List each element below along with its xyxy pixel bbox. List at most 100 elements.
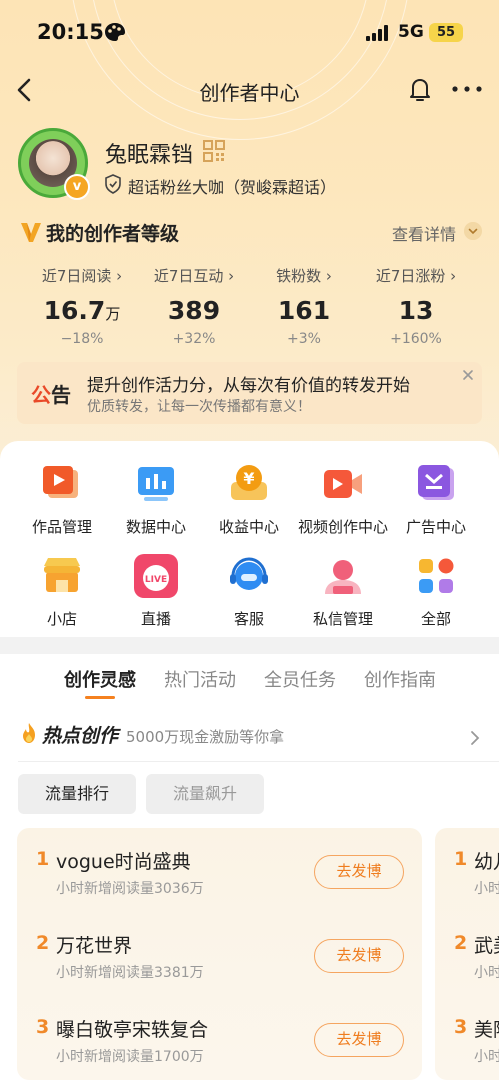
tool-earnings-center[interactable]: ¥ 收益中心	[202, 460, 296, 537]
post-button[interactable]: 去发博	[314, 1023, 404, 1057]
rank-subtitle: 小时新增阅读量1700万	[56, 1049, 204, 1065]
rank-subtitle: 小时新增阅读量3381万	[56, 965, 204, 981]
customer-service-icon	[230, 557, 268, 590]
shop-icon	[44, 558, 80, 592]
tool-all[interactable]: 全部	[389, 552, 483, 629]
chevron-right-icon[interactable]	[469, 729, 481, 747]
tool-label: 广告中心	[405, 518, 466, 536]
svg-text:¥: ¥	[243, 469, 254, 488]
tool-label: 数据中心	[125, 518, 186, 536]
rank-number: 1	[36, 848, 50, 870]
rank-title: 曝白敬亭宋轶复合	[56, 1019, 209, 1041]
video-creation-icon	[324, 470, 362, 498]
stat-iron-fans[interactable]: 铁粉数 › 161 +3%	[249, 265, 359, 347]
app-badge-icon	[105, 23, 125, 41]
tool-message-management[interactable]: 私信管理	[296, 552, 390, 629]
shield-icon	[105, 174, 121, 194]
works-management-icon	[43, 466, 78, 498]
post-button[interactable]: 去发博	[314, 939, 404, 973]
ranking-card-next[interactable]: 1 幼儿 小时 2 武美 小时 3 美阿 小时	[435, 828, 499, 1080]
announcement-banner[interactable]: 公告 提升创作活力分，从每次有价值的转发开始 优质转发，让每一次传播都有意义！	[17, 362, 482, 424]
tool-live[interactable]: LIVE 直播	[109, 552, 203, 629]
tool-ad-center[interactable]: 广告中心	[389, 460, 483, 537]
stat-weekly-reads[interactable]: 近7日阅读 › 16.7万 −18%	[27, 265, 137, 347]
section-divider	[18, 761, 499, 762]
live-icon: LIVE	[134, 554, 178, 598]
tool-video-creation[interactable]: 视频创作中心	[296, 460, 390, 537]
message-management-icon	[325, 560, 361, 594]
status-bar: 20:15 5G 55	[0, 0, 499, 62]
status-time: 20:15	[37, 20, 104, 44]
tool-data-center[interactable]: 数据中心	[109, 460, 203, 537]
stat-value: 161	[277, 296, 331, 325]
active-tab-indicator	[85, 696, 115, 699]
filter-traffic-ranking[interactable]: 流量排行	[18, 774, 136, 814]
stat-label: 铁粉数 ›	[276, 267, 332, 285]
flame-icon	[23, 723, 35, 743]
close-icon[interactable]	[461, 368, 475, 382]
stat-change: −18%	[60, 331, 104, 347]
post-button[interactable]: 去发博	[314, 855, 404, 889]
announcement-subtitle: 优质转发，让每一次传播都有意义！	[87, 399, 311, 415]
rank-title: 美阿	[474, 1019, 499, 1041]
filter-traffic-surge[interactable]: 流量飙升	[146, 774, 264, 814]
rank-subtitle: 小时	[474, 881, 499, 897]
rank-title: 武美	[474, 935, 499, 957]
list-item[interactable]: 3 曝白敬亭宋轶复合 小时新增阅读量1700万 去发博	[17, 996, 422, 1080]
tool-label: 收益中心	[218, 518, 279, 536]
stat-weekly-new-fans[interactable]: 近7日涨粉 › 13 +160%	[361, 265, 471, 347]
announcement-tag: 公告	[31, 383, 71, 407]
tools-grid: 作品管理 数据中心 ¥ 收益中心 视频创作中心 广告中心 小店 LIVE 直播 …	[0, 441, 499, 637]
rank-subtitle: 小时	[474, 1049, 499, 1065]
view-details-link[interactable]: 查看详情	[392, 221, 456, 245]
more-options-icon[interactable]	[449, 76, 485, 102]
stat-label: 近7日互动 ›	[153, 267, 235, 285]
stat-label: 近7日涨粉 ›	[375, 267, 457, 285]
data-center-icon	[138, 467, 174, 501]
rank-number: 2	[36, 932, 50, 954]
stat-weekly-interactions[interactable]: 近7日互动 › 389 +32%	[139, 265, 249, 347]
hot-creation-title: 热点创作	[42, 725, 119, 747]
rank-title: 万花世界	[56, 935, 133, 957]
tab-creation-guide[interactable]: 创作指南	[364, 666, 436, 692]
tab-all-tasks[interactable]: 全员任务	[264, 666, 336, 692]
stat-change: +3%	[287, 331, 321, 347]
tool-label: 小店	[46, 610, 77, 628]
live-icon-text: LIVE	[145, 575, 167, 585]
tool-label: 视频创作中心	[297, 518, 388, 536]
username: 兔眠霖铛	[105, 143, 194, 168]
tool-label: 私信管理	[312, 610, 373, 628]
list-item[interactable]: 2 万花世界 小时新增阅读量3381万 去发博	[17, 912, 422, 996]
stat-change: +160%	[390, 331, 442, 347]
network-type: 5G	[398, 22, 424, 42]
tool-label: 直播	[140, 610, 171, 628]
section-divider	[0, 637, 499, 654]
fan-title[interactable]: 超话粉丝大咖（贺峻霖超话）	[128, 174, 336, 198]
announcement-title: 提升创作活力分，从每次有价值的转发开始	[87, 376, 410, 396]
tab-hot-events[interactable]: 热门活动	[164, 666, 236, 692]
rank-number: 3	[36, 1016, 50, 1038]
stat-label: 近7日阅读 ›	[41, 267, 123, 285]
creator-level-title: 我的创作者等级	[46, 223, 180, 245]
tool-label: 全部	[420, 610, 451, 628]
rank-title: 幼儿	[474, 851, 499, 873]
creator-level-icon	[21, 223, 41, 242]
rank-subtitle: 小时新增阅读量3036万	[56, 881, 204, 897]
list-item[interactable]: 1 vogue时尚盛典 小时新增阅读量3036万 去发博	[17, 828, 422, 912]
battery-indicator: 55	[429, 23, 463, 42]
nav-bar: 创作者中心	[0, 68, 499, 112]
qr-code-icon[interactable]	[203, 140, 225, 162]
hot-creation-subtitle: 5000万现金激励等你拿	[126, 728, 285, 746]
tool-works-management[interactable]: 作品管理	[15, 460, 109, 537]
all-icon	[419, 558, 454, 593]
rank-number: 3	[454, 1016, 468, 1038]
tab-creative-inspiration[interactable]: 创作灵感	[64, 666, 136, 692]
tool-customer-service[interactable]: 客服	[202, 552, 296, 629]
rank-number: 1	[454, 848, 468, 870]
chevron-down-icon[interactable]	[464, 222, 482, 240]
bell-icon[interactable]	[405, 74, 435, 104]
rank-subtitle: 小时	[474, 965, 499, 981]
tool-shop[interactable]: 小店	[15, 552, 109, 629]
rank-title: vogue时尚盛典	[56, 851, 191, 873]
tool-label: 作品管理	[31, 518, 92, 536]
